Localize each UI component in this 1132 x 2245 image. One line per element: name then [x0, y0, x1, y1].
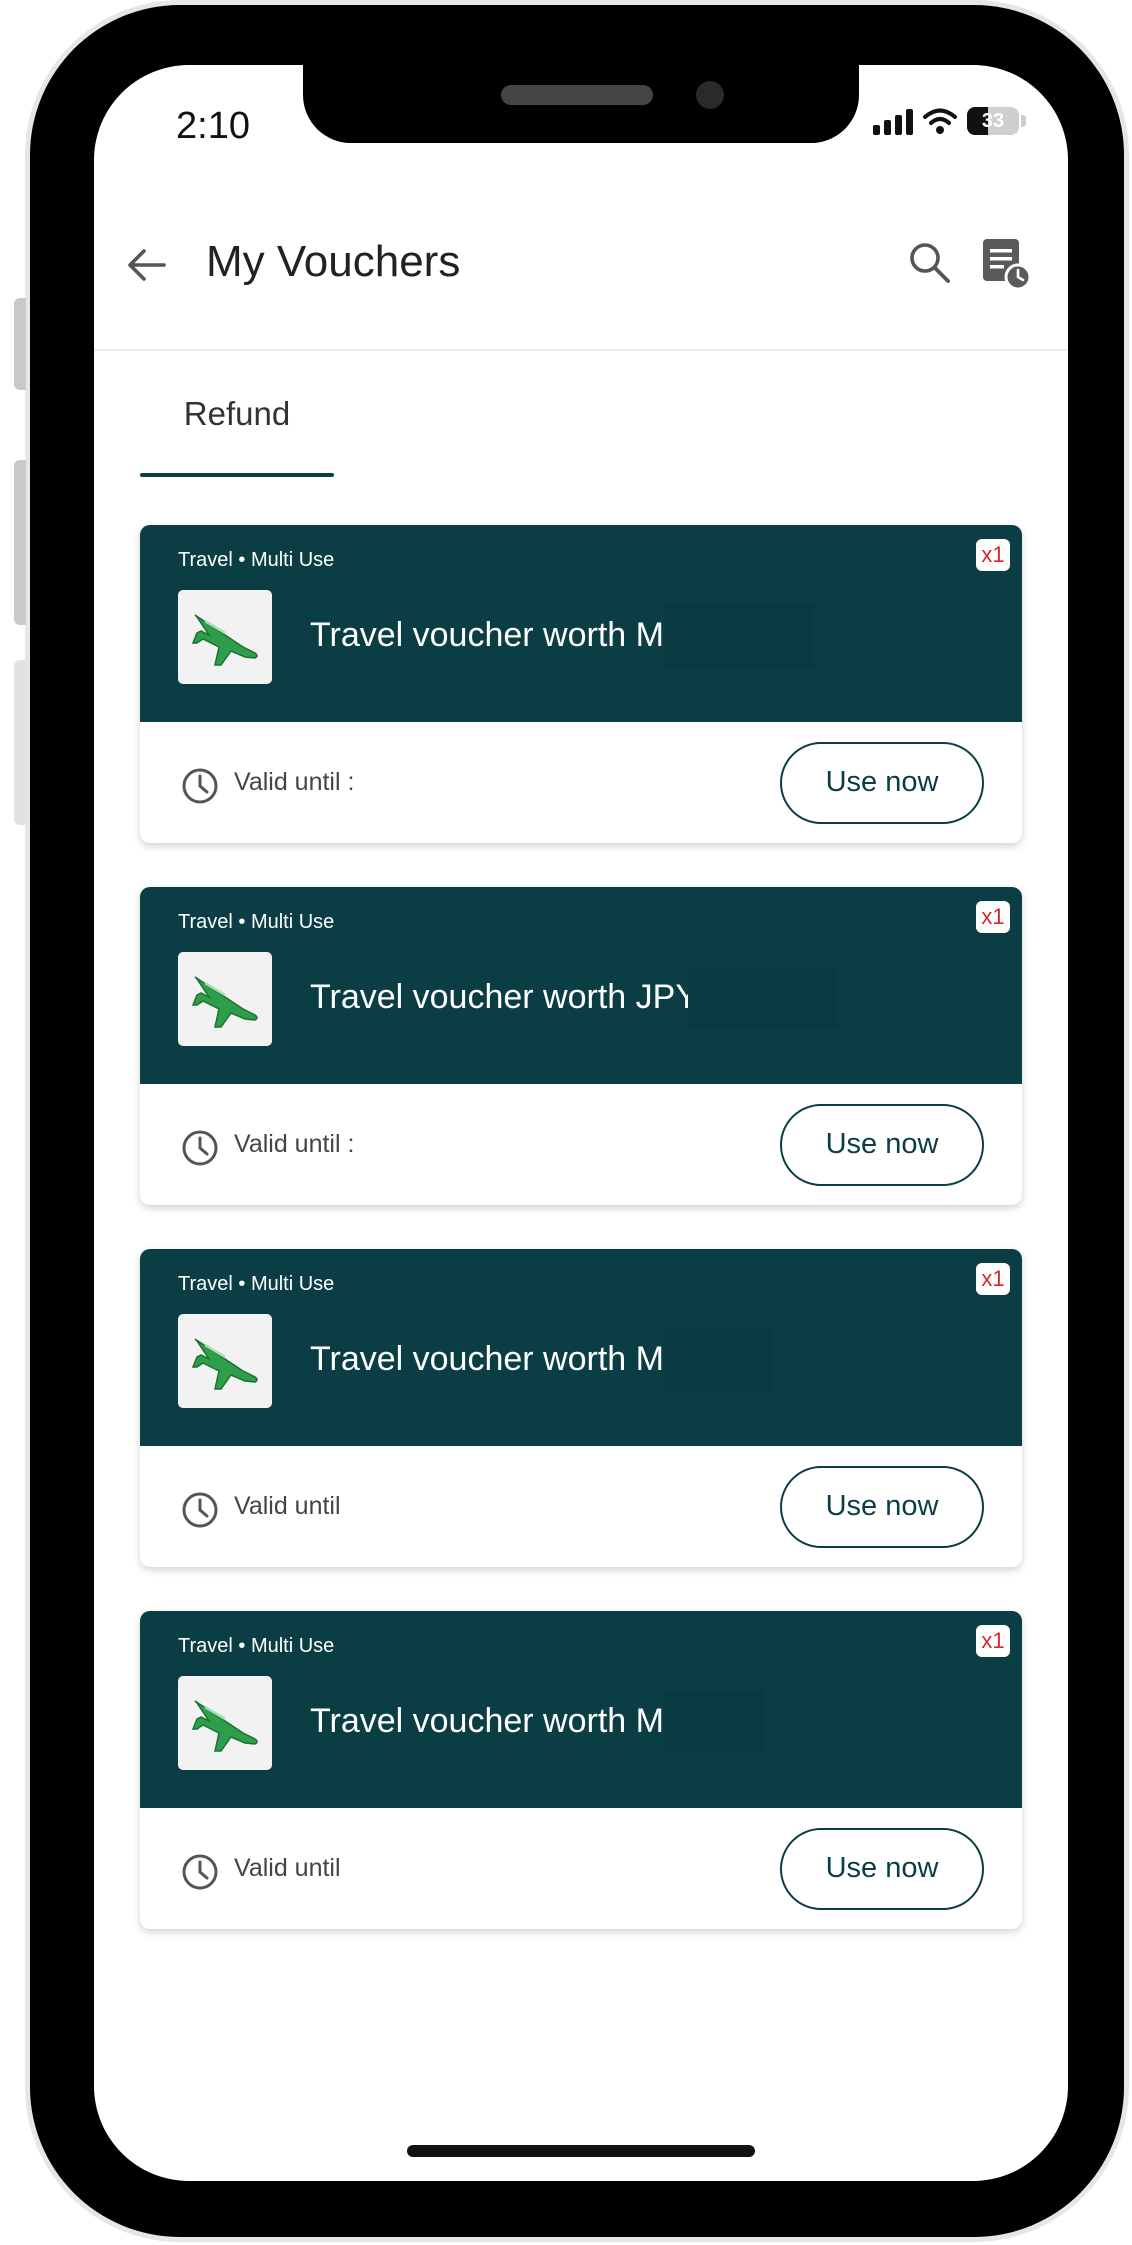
voucher-card-header: Travel • Multi Use x1 Travel voucher wor… [140, 887, 1022, 1084]
voucher-card-footer: Valid until Use now [140, 1808, 1022, 1929]
redacted-amount [688, 967, 838, 1029]
clock-icon [182, 1854, 218, 1890]
volume-button-lower [14, 660, 26, 825]
quantity-badge: x1 [976, 1263, 1010, 1295]
clock-icon [182, 1492, 218, 1528]
tab-refund[interactable]: Refund [140, 349, 334, 477]
voucher-thumbnail [178, 590, 272, 684]
clock-icon [182, 1130, 218, 1166]
battery-level: 33 [981, 110, 1005, 132]
quantity-badge: x1 [976, 1625, 1010, 1657]
clock-icon [182, 768, 218, 804]
status-icons: 33 [873, 107, 1026, 135]
mute-switch [14, 298, 26, 390]
app-bar: My Vouchers [94, 195, 1068, 351]
voucher-title: Travel voucher worth MYR [310, 1340, 712, 1378]
voucher-thumbnail [178, 1314, 272, 1408]
search-icon[interactable] [906, 239, 954, 287]
voucher-card-header: Travel • Multi Use x1 Travel voucher wor… [140, 525, 1022, 722]
volume-button [14, 460, 26, 625]
redacted-amount [664, 1329, 774, 1391]
airplane-icon [191, 614, 258, 666]
voucher-card-footer: Valid until : Use now [140, 1084, 1022, 1205]
arrow-left-icon[interactable] [124, 242, 170, 288]
voucher-category: Travel • Multi Use [178, 549, 335, 571]
home-indicator[interactable] [407, 2145, 755, 2157]
signal-icon [873, 107, 913, 135]
voucher-card-header: Travel • Multi Use x1 Travel voucher wor… [140, 1249, 1022, 1446]
voucher-title: Travel voucher worth MYR [310, 616, 712, 654]
validity-text: Valid until : [234, 1130, 355, 1158]
validity-text: Valid until [234, 1492, 341, 1520]
airplane-icon [191, 1338, 258, 1390]
redacted-amount [664, 1691, 764, 1753]
voucher-card-header: Travel • Multi Use x1 Travel voucher wor… [140, 1611, 1022, 1808]
battery-icon: 33 [967, 107, 1019, 135]
quantity-badge: x1 [976, 539, 1010, 571]
airplane-icon [191, 976, 258, 1028]
use-now-button[interactable]: Use now [780, 1828, 984, 1910]
redacted-amount [664, 605, 814, 667]
front-camera [696, 81, 724, 109]
voucher-card: Travel • Multi Use x1 Travel voucher wor… [140, 1249, 1022, 1567]
use-now-button[interactable]: Use now [780, 742, 984, 824]
voucher-thumbnail [178, 1676, 272, 1770]
voucher-card: Travel • Multi Use x1 Travel voucher wor… [140, 1611, 1022, 1929]
speaker-grille [501, 85, 653, 105]
voucher-title: Travel voucher worth MYR [310, 1702, 712, 1740]
wifi-icon [923, 108, 957, 134]
voucher-card: Travel • Multi Use x1 Travel voucher wor… [140, 887, 1022, 1205]
page-title: My Vouchers [206, 237, 461, 286]
use-now-button[interactable]: Use now [780, 1466, 984, 1548]
validity-text: Valid until : [234, 768, 355, 796]
validity-text: Valid until [234, 1854, 341, 1882]
voucher-category: Travel • Multi Use [178, 1635, 335, 1657]
use-now-button[interactable]: Use now [780, 1104, 984, 1186]
voucher-category: Travel • Multi Use [178, 911, 335, 933]
voucher-card-footer: Valid until : Use now [140, 722, 1022, 843]
app-screen: 2:10 33 My Vouchers Refund Travel • Mult… [94, 65, 1068, 2181]
tab-active-indicator [140, 473, 334, 477]
tab-refund-label: Refund [183, 395, 291, 432]
voucher-category: Travel • Multi Use [178, 1273, 335, 1295]
battery-nub [1021, 115, 1026, 127]
status-time: 2:10 [176, 105, 250, 147]
camera-notch [303, 65, 859, 143]
voucher-title: Travel voucher worth JPY [310, 978, 698, 1016]
airplane-icon [191, 1700, 258, 1752]
voucher-history-icon[interactable] [980, 237, 1032, 291]
voucher-card-footer: Valid until Use now [140, 1446, 1022, 1567]
voucher-card: Travel • Multi Use x1 Travel voucher wor… [140, 525, 1022, 843]
quantity-badge: x1 [976, 901, 1010, 933]
voucher-thumbnail [178, 952, 272, 1046]
